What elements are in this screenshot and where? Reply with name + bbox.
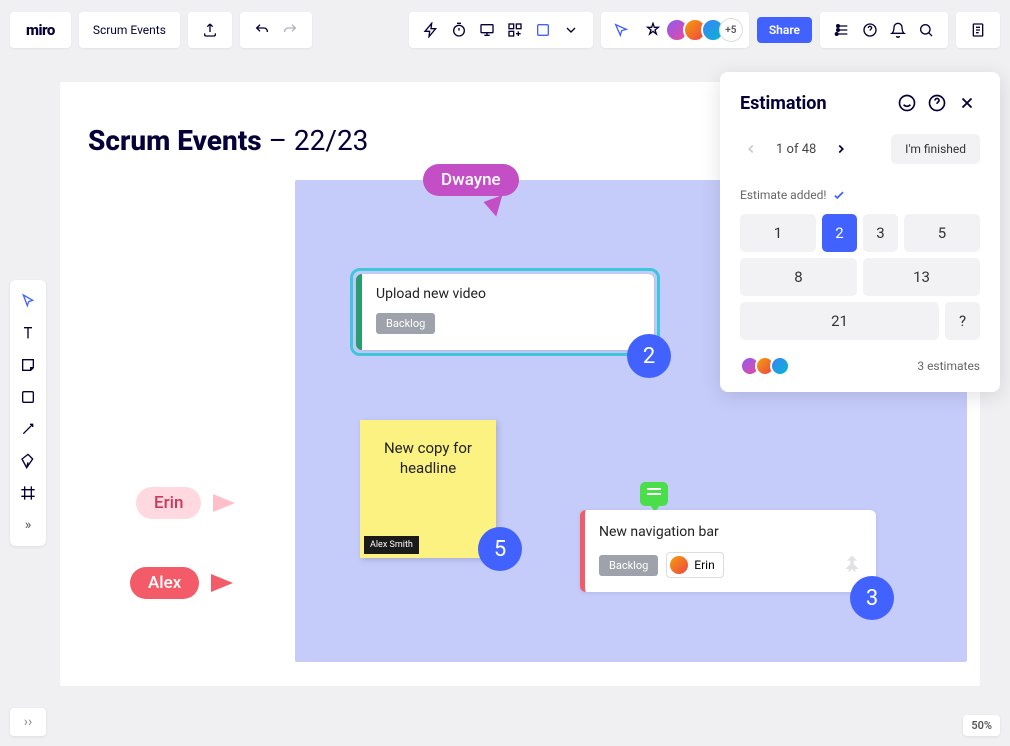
cursor-arrow-icon: [211, 574, 233, 592]
frame-tool-icon[interactable]: [13, 478, 43, 508]
right-tools-group: [820, 12, 948, 48]
avatar: [670, 556, 688, 574]
pen-tool-icon[interactable]: [13, 446, 43, 476]
search-icon[interactable]: [912, 16, 940, 44]
share-button[interactable]: Share: [757, 17, 812, 43]
next-button[interactable]: [830, 138, 852, 160]
expand-handle[interactable]: ››: [10, 708, 46, 736]
more-tools-icon[interactable]: [557, 16, 585, 44]
jira-icon: [842, 554, 862, 578]
finished-button[interactable]: I'm finished: [891, 134, 980, 164]
miro-logo[interactable]: miro: [18, 21, 63, 39]
timer-icon[interactable]: [445, 16, 473, 44]
text-tool-icon[interactable]: [13, 318, 43, 348]
voter-avatars: [740, 356, 790, 376]
avatar: [770, 356, 790, 376]
status-message: Estimate added!: [740, 188, 980, 202]
card-title: Upload new video: [376, 286, 640, 302]
select-tool-icon[interactable]: [13, 286, 43, 316]
cursor-label: Erin: [136, 487, 201, 519]
estimate-badge: 2: [627, 334, 671, 378]
title-sep: –: [262, 124, 294, 157]
estimate-option[interactable]: 3: [863, 214, 898, 252]
center-tools-group: [409, 12, 593, 48]
panel-help-icon[interactable]: [924, 90, 950, 116]
pager: 1 of 48 I'm finished: [740, 134, 980, 164]
sticky-tool-icon[interactable]: [13, 350, 43, 380]
status-tag: Backlog: [376, 313, 435, 334]
undo-redo-group: [240, 12, 312, 48]
estimate-option[interactable]: ?: [945, 302, 980, 340]
redo-icon[interactable]: [276, 16, 304, 44]
left-toolbar: »: [10, 280, 46, 546]
board-name-group[interactable]: Scrum Events: [79, 12, 180, 48]
logo-group: miro: [10, 12, 71, 48]
pager-text: 1 of 48: [776, 142, 816, 157]
undo-icon[interactable]: [248, 16, 276, 44]
collab-group: +5: [601, 12, 749, 48]
cursor-arrow-icon: [483, 195, 508, 219]
lightning-icon[interactable]: [417, 16, 445, 44]
presence-avatars[interactable]: +5: [671, 18, 743, 42]
task-card-selected[interactable]: Upload new video Backlog: [350, 268, 660, 356]
estimate-option[interactable]: 5: [904, 214, 980, 252]
more-tools-icon[interactable]: »: [13, 510, 43, 540]
reactions-icon[interactable]: [639, 16, 667, 44]
avatar-more[interactable]: +5: [719, 18, 743, 42]
shape-tool-icon[interactable]: [13, 382, 43, 412]
estimate-option[interactable]: 8: [740, 258, 857, 296]
check-icon: [832, 188, 846, 202]
zoom-level[interactable]: 50%: [963, 715, 1000, 736]
panel-title: Estimation: [740, 93, 890, 114]
card-title: New navigation bar: [599, 524, 862, 540]
settings-icon[interactable]: [828, 16, 856, 44]
chat-icon[interactable]: [894, 90, 920, 116]
assignee-chip: Erin: [666, 552, 723, 578]
estimate-option[interactable]: 1: [740, 214, 816, 252]
cursor-erin: Erin: [136, 487, 235, 519]
estimate-tool-icon[interactable]: [529, 16, 557, 44]
board-name: Scrum Events: [87, 23, 172, 37]
prev-button: [740, 138, 762, 160]
notes-group: [956, 12, 1000, 48]
task-card: Upload new video Backlog: [356, 274, 654, 350]
status-text: Estimate added!: [740, 188, 826, 202]
bell-icon[interactable]: [884, 16, 912, 44]
cursor-dwayne: Dwayne: [423, 164, 519, 216]
estimate-grid: 1 2 3 5 8 13 21 ?: [740, 214, 980, 340]
close-icon[interactable]: [954, 90, 980, 116]
apps-icon[interactable]: [501, 16, 529, 44]
estimate-count: 3 estimates: [917, 359, 980, 373]
presentation-icon[interactable]: [473, 16, 501, 44]
estimate-badge: 5: [478, 527, 522, 571]
cursor-alex: Alex: [130, 567, 233, 599]
assignee-name: Erin: [694, 558, 714, 572]
task-card[interactable]: New navigation bar Backlog Erin: [580, 510, 876, 592]
line-tool-icon[interactable]: [13, 414, 43, 444]
estimate-option[interactable]: 13: [863, 258, 980, 296]
estimate-option[interactable]: 21: [740, 302, 939, 340]
export-icon[interactable]: [196, 16, 224, 44]
cursor-follow-icon[interactable]: [607, 16, 635, 44]
cursor-label: Alex: [130, 567, 199, 599]
cursor-arrow-icon: [213, 494, 235, 512]
title-bold: Scrum Events: [88, 124, 262, 157]
estimate-badge: 3: [850, 576, 894, 620]
sticky-author: Alex Smith: [364, 536, 419, 554]
status-tag: Backlog: [599, 555, 658, 576]
estimate-option-selected[interactable]: 2: [822, 214, 857, 252]
board-title: Scrum Events – 22/23: [88, 124, 368, 157]
cursor-label: Dwayne: [423, 164, 519, 196]
comment-icon[interactable]: [640, 482, 668, 506]
sticky-text: New copy for headline: [384, 439, 472, 477]
notes-icon[interactable]: [964, 16, 992, 44]
export-group: [188, 12, 232, 48]
estimation-panel: Estimation 1 of 48 I'm finished Estimate…: [720, 72, 1000, 392]
title-year: 22/23: [294, 124, 369, 157]
sticky-note[interactable]: New copy for headline Alex Smith: [360, 420, 496, 558]
panel-footer: 3 estimates: [740, 356, 980, 376]
help-icon[interactable]: [856, 16, 884, 44]
